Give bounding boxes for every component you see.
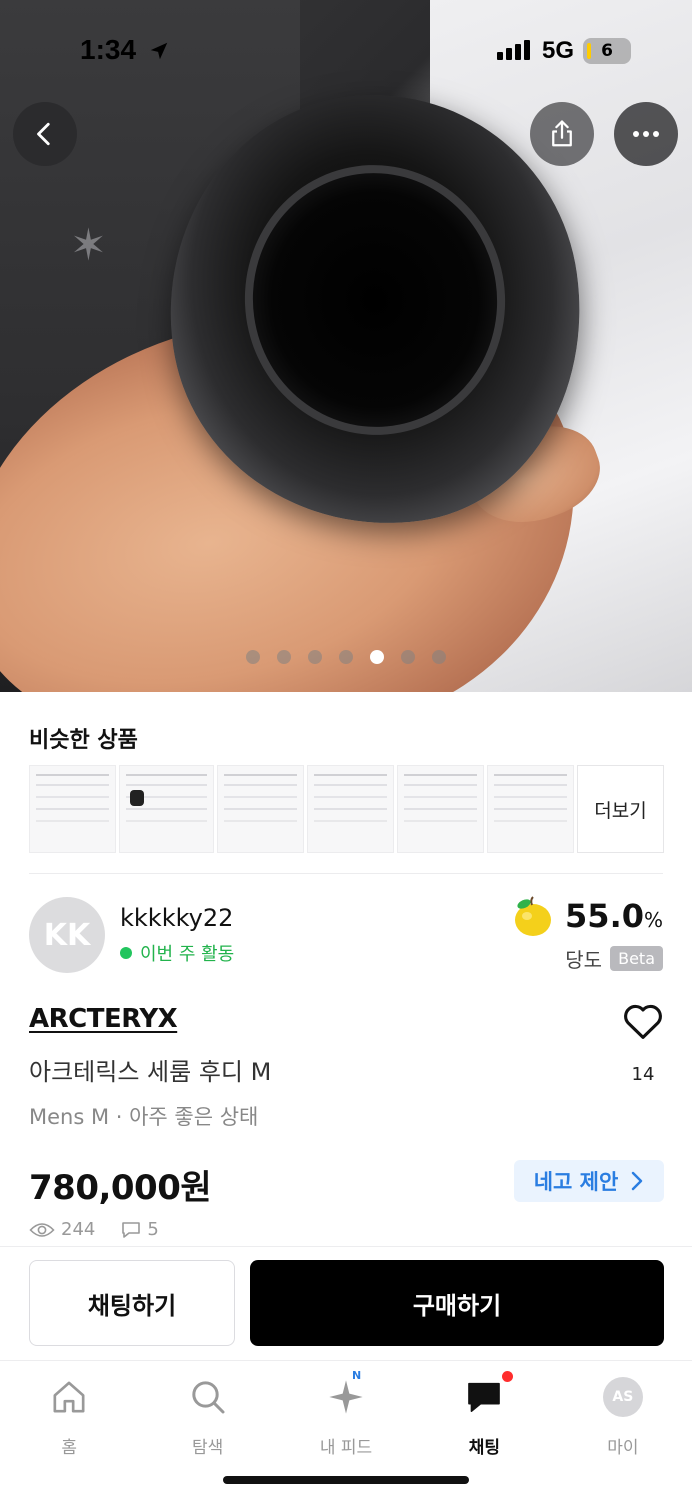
search-icon [186,1375,230,1419]
new-badge: N [352,1369,362,1382]
product-photo[interactable]: ✶ 1:34 5G 6 [0,0,692,692]
back-button[interactable] [13,102,77,166]
bottom-tab-bar: 홈 탐색 N 내 피드 채팅 AS 마이 [0,1362,692,1472]
tab-chat[interactable]: 채팅 [415,1362,553,1472]
signal-icon [497,40,530,60]
chevron-left-icon [37,122,50,146]
tab-search-label: 탐색 [191,1438,224,1458]
like-count: 14 [631,1064,655,1085]
seller-activity-status: 이번 주 활동 [120,940,234,966]
page-dot[interactable] [246,650,260,664]
sugar-value: 55.0% [565,897,663,935]
offer-button[interactable]: 네고 제안 [514,1160,664,1202]
heart-icon [624,1004,662,1039]
page-dot[interactable] [308,650,322,664]
similar-product-thumb[interactable] [307,765,394,853]
tab-search[interactable]: 탐색 [138,1362,276,1472]
tab-chat-label: 채팅 [468,1438,501,1458]
divider [0,1246,692,1247]
buy-button[interactable]: 구매하기 [250,1260,664,1346]
similar-products-strip: 더보기 [29,765,664,853]
product-price: 780,000원 [29,1168,212,1208]
battery-icon: 6 [583,38,631,64]
arcteryx-logo-icon: ✶ [70,220,107,271]
similar-product-thumb[interactable] [29,765,116,853]
sparkle-icon: N [324,1369,368,1419]
similar-product-thumb[interactable] [217,765,304,853]
chat-count: 5 [147,1219,159,1240]
chat-icon [462,1371,514,1419]
tab-home[interactable]: 홈 [0,1362,138,1472]
page-dot[interactable] [277,650,291,664]
similar-more-button[interactable]: 더보기 [577,765,664,853]
tab-my[interactable]: AS 마이 [554,1362,692,1472]
sugar-score[interactable]: 55.0% [511,894,663,938]
chevron-right-icon [632,1171,643,1191]
profile-avatar-icon: AS [601,1375,645,1419]
page-dot[interactable] [339,650,353,664]
more-options-button[interactable] [614,102,678,166]
brand-link[interactable]: ARCTERYX [29,1004,178,1034]
tab-feed-label: 내 피드 [319,1438,373,1458]
similar-product-thumb[interactable] [487,765,574,853]
offer-label: 네고 제안 [533,1170,619,1194]
tab-feed[interactable]: N 내 피드 [277,1362,415,1472]
similar-product-thumb[interactable] [397,765,484,853]
similar-product-thumb[interactable] [119,765,214,853]
notification-dot [502,1371,514,1382]
eye-icon [29,1222,55,1237]
apple-icon [511,894,555,938]
share-button[interactable] [530,102,594,166]
like-button[interactable]: 14 [618,1002,668,1085]
network-type: 5G [542,37,575,64]
share-icon [552,120,572,147]
more-horizontal-icon [633,131,659,137]
status-time: 1:34 [80,34,137,65]
location-arrow-icon [148,40,170,66]
battery-level: 6 [601,41,613,61]
seller-name[interactable]: kkkkky22 [120,904,233,932]
seller-activity-label: 이번 주 활동 [140,944,235,965]
page-dot[interactable] [432,650,446,664]
view-count: 244 [61,1219,96,1240]
status-bar: 1:34 5G 6 [0,0,692,100]
product-title: 아크테릭스 세룸 후디 M [29,1058,272,1086]
photo-page-indicator[interactable] [0,650,692,664]
sugar-label: 당도 [565,948,603,972]
chat-bubble-icon [122,1221,141,1238]
product-meta: Mens M · 아주 좋은 상태 [29,1105,259,1129]
divider [0,1360,692,1361]
seller-avatar[interactable]: KK [29,897,105,973]
similar-products-title: 비슷한 상품 [29,728,138,753]
chat-button[interactable]: 채팅하기 [29,1260,235,1346]
active-dot-icon [120,947,132,959]
home-indicator [223,1476,469,1484]
page-dot[interactable] [370,650,384,664]
sugar-label-row: 당도 Beta [565,944,663,973]
my-avatar: AS [602,1377,643,1417]
home-icon [47,1375,91,1419]
divider [29,873,663,874]
tab-my-label: 마이 [607,1438,639,1458]
page-dot[interactable] [401,650,415,664]
beta-badge: Beta [610,946,663,971]
tab-home-label: 홈 [61,1438,78,1458]
product-stats: 244 5 [29,1219,159,1240]
